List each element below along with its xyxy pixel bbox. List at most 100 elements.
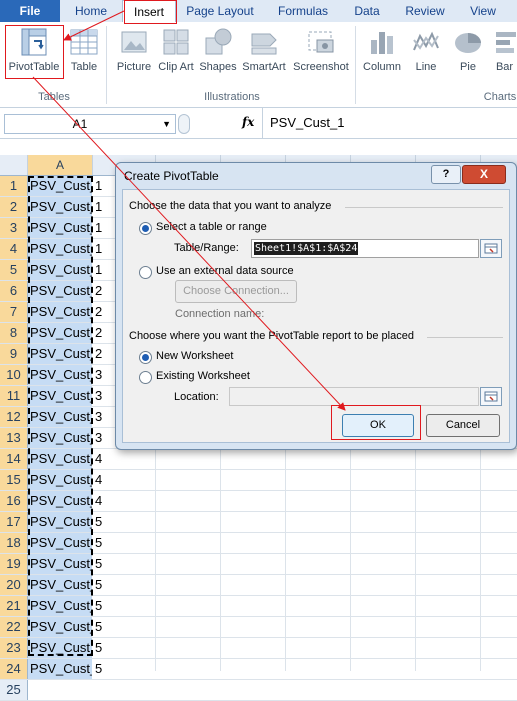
cell-a[interactable]: PSV_Cust_ (28, 554, 92, 574)
shapes-button[interactable]: Shapes (196, 26, 240, 86)
formula-input[interactable]: PSV_Cust_1 (270, 115, 344, 130)
cell-a[interactable] (28, 680, 92, 700)
select-range-radio[interactable] (139, 222, 152, 235)
cancel-button[interactable]: Cancel (426, 414, 500, 437)
row-header[interactable]: 6 (0, 281, 28, 301)
cell-b[interactable]: 5 (93, 617, 155, 637)
row-header[interactable]: 21 (0, 596, 28, 616)
cell-b[interactable]: 5 (93, 659, 155, 679)
cell-a[interactable]: PSV_Cust_ (28, 218, 92, 238)
select-all-corner[interactable] (0, 155, 28, 175)
row-header[interactable]: 7 (0, 302, 28, 322)
cell-a[interactable]: PSV_Cust_ (28, 575, 92, 595)
row-header[interactable]: 24 (0, 659, 28, 679)
smartart-button[interactable]: SmartArt (240, 26, 288, 86)
tab-page-layout[interactable]: Page Layout (180, 0, 260, 22)
row-header[interactable]: 2 (0, 197, 28, 217)
pivottable-button[interactable]: PivotTable (4, 26, 64, 86)
cell-a[interactable]: PSV_Cust_ (28, 533, 92, 553)
cell-a[interactable]: PSV_Cust_ (28, 197, 92, 217)
cell-a[interactable]: PSV_Cust_ (28, 386, 92, 406)
tab-formulas[interactable]: Formulas (270, 0, 336, 22)
cell-a[interactable]: PSV_Cust_ (28, 512, 92, 532)
cell-a[interactable]: PSV_Cust_ (28, 323, 92, 343)
cell-b[interactable]: 4 (93, 449, 155, 469)
tab-view[interactable]: View (460, 0, 506, 22)
cell-b[interactable]: 5 (93, 533, 155, 553)
row-header[interactable]: 12 (0, 407, 28, 427)
collapse-dialog-icon[interactable] (480, 239, 502, 258)
cell-b[interactable]: 5 (93, 512, 155, 532)
row-header[interactable]: 22 (0, 617, 28, 637)
bar-chart-button[interactable]: Bar (492, 26, 517, 86)
cell-b[interactable]: 5 (93, 554, 155, 574)
tab-review[interactable]: Review (398, 0, 452, 22)
row-header[interactable]: 3 (0, 218, 28, 238)
cell-a[interactable]: PSV_Cust_ (28, 470, 92, 490)
row-header[interactable]: 5 (0, 260, 28, 280)
cell-a[interactable]: PSV_Cust_ (28, 449, 92, 469)
cell-a[interactable]: PSV_Cust_ (28, 596, 92, 616)
external-source-label[interactable]: Use an external data source (156, 265, 294, 277)
cell-b[interactable] (93, 680, 155, 700)
cell-b[interactable]: 5 (93, 575, 155, 595)
cell-a[interactable]: PSV_Cust_ (28, 344, 92, 364)
row-header[interactable]: 18 (0, 533, 28, 553)
tab-data[interactable]: Data (344, 0, 390, 22)
screenshot-button[interactable]: Screenshot (290, 26, 352, 86)
row-header[interactable]: 23 (0, 638, 28, 658)
row-header[interactable]: 16 (0, 491, 28, 511)
close-button[interactable]: X (462, 165, 506, 184)
table-range-input[interactable]: Sheet1!$A$1:$A$24 (251, 239, 479, 258)
cell-a[interactable]: PSV_Cust_ (28, 239, 92, 259)
cell-a[interactable]: PSV_Cust_ (28, 638, 92, 658)
row-header[interactable]: 4 (0, 239, 28, 259)
chevron-down-icon[interactable]: ▼ (162, 115, 171, 133)
picture-button[interactable]: Picture (112, 26, 156, 86)
pie-chart-button[interactable]: Pie (448, 26, 488, 86)
insert-function-icon[interactable]: fx (242, 115, 254, 129)
name-box[interactable]: A1 ▼ (4, 114, 176, 134)
column-chart-button[interactable]: Column (358, 26, 406, 86)
row-header[interactable]: 11 (0, 386, 28, 406)
cell-a[interactable]: PSV_Cust_ (28, 365, 92, 385)
line-chart-button[interactable]: Line (406, 26, 446, 86)
cell-a[interactable]: PSV_Cust_ (28, 260, 92, 280)
existing-worksheet-radio[interactable] (139, 371, 152, 384)
cell-b[interactable]: 5 (93, 638, 155, 658)
row-header[interactable]: 1 (0, 176, 28, 196)
cell-a[interactable]: PSV_Cust_ (28, 491, 92, 511)
tab-file[interactable]: File (0, 0, 60, 22)
ok-button[interactable]: OK (342, 414, 414, 437)
splitter-handle[interactable] (178, 114, 190, 134)
row-header[interactable]: 19 (0, 554, 28, 574)
column-header-a[interactable]: A (28, 155, 93, 175)
cell-a[interactable]: PSV_Cust_ (28, 407, 92, 427)
cell-a[interactable]: PSV_Cust_ (28, 176, 92, 196)
row-header[interactable]: 17 (0, 512, 28, 532)
table-button[interactable]: Table (66, 26, 102, 86)
help-button[interactable]: ? (431, 165, 461, 184)
row-header[interactable]: 25 (0, 680, 28, 700)
row-header[interactable]: 15 (0, 470, 28, 490)
row-header[interactable]: 14 (0, 449, 28, 469)
row-header[interactable]: 20 (0, 575, 28, 595)
external-source-radio[interactable] (139, 266, 152, 279)
row-header[interactable]: 9 (0, 344, 28, 364)
cell-b[interactable]: 4 (93, 491, 155, 511)
cell-b[interactable]: 4 (93, 470, 155, 490)
cell-a[interactable]: PSV_Cust_ (28, 428, 92, 448)
existing-worksheet-label[interactable]: Existing Worksheet (156, 370, 250, 382)
new-worksheet-radio[interactable] (139, 351, 152, 364)
select-range-label[interactable]: Select a table or range (156, 221, 267, 233)
clip-art-button[interactable]: Clip Art (158, 26, 194, 86)
new-worksheet-label[interactable]: New Worksheet (156, 350, 233, 362)
cell-a[interactable]: PSV_Cust_ (28, 617, 92, 637)
cell-b[interactable]: 5 (93, 596, 155, 616)
row-header[interactable]: 13 (0, 428, 28, 448)
tab-home[interactable]: Home (66, 0, 116, 22)
tab-insert[interactable]: Insert (122, 0, 176, 23)
row-header[interactable]: 10 (0, 365, 28, 385)
cell-a[interactable]: PSV_Cust_ (28, 659, 92, 679)
collapse-dialog-icon[interactable] (480, 387, 502, 406)
